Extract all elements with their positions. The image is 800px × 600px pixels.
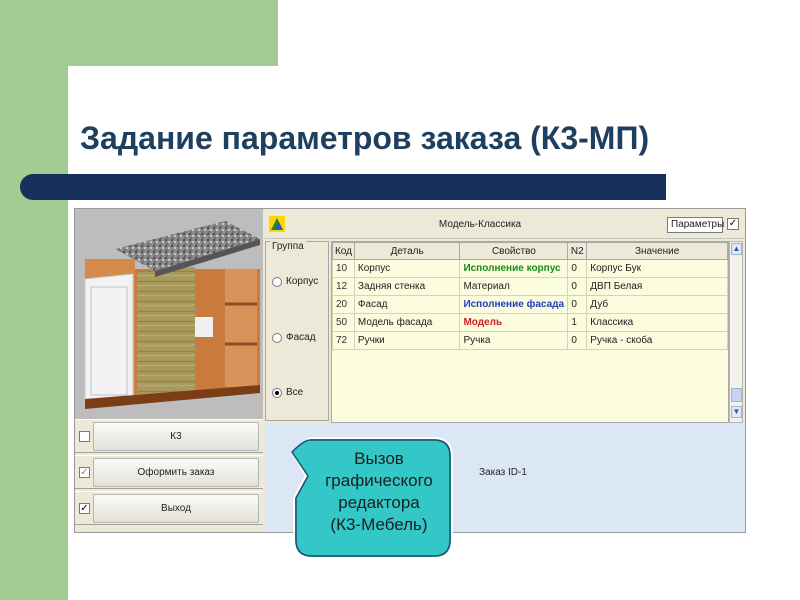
radio-fasad-label: Фасад <box>286 332 316 343</box>
table-row[interactable]: 10 Корпус Исполнение корпус 0 Корпус Бук <box>332 259 728 278</box>
order-id-label: Заказ ID-1 <box>479 467 527 478</box>
callout-line-1: Вызов <box>354 449 404 468</box>
cell-n2: 0 <box>567 277 588 296</box>
radio-all-control[interactable] <box>272 387 282 398</box>
radio-korpus-control[interactable] <box>272 276 282 287</box>
exit-button-row: ✓ Выход <box>75 491 263 525</box>
exit-checkbox[interactable]: ✓ <box>79 503 90 514</box>
col-header-part[interactable]: Деталь <box>353 242 461 260</box>
toolbar: Модель-Классика Параметры ✓ <box>265 211 745 239</box>
cell-n2: 0 <box>567 259 588 278</box>
callout-line-2: графического <box>325 471 433 490</box>
cell-value: Ручка - скоба <box>586 331 728 350</box>
cell-value: Дуб <box>586 295 728 314</box>
cell-part: Задняя стенка <box>353 277 461 296</box>
callout-line-4: (К3-Мебель) <box>330 515 428 534</box>
k3-checkbox[interactable] <box>79 431 90 442</box>
exit-button[interactable]: Выход <box>93 494 259 523</box>
col-header-n2[interactable]: N2 <box>567 242 588 260</box>
cell-code: 20 <box>332 295 355 314</box>
slide-title: Задание параметров заказа (К3-МП) <box>80 120 650 156</box>
group-panel: Группа Корпус Фасад Все <box>265 241 329 421</box>
callout-line-3: редактора <box>338 493 420 512</box>
params-checkbox[interactable]: ✓ <box>727 218 739 230</box>
cell-code: 72 <box>332 331 355 350</box>
cell-n2: 1 <box>567 313 588 332</box>
cell-value: Корпус Бук <box>586 259 728 278</box>
cell-code: 12 <box>332 277 355 296</box>
cell-property: Модель <box>459 313 569 332</box>
cell-part: Корпус <box>353 259 461 278</box>
params-button[interactable]: Параметры <box>667 217 724 233</box>
parameters-table: Код Деталь Свойство N2 Значение 10 Корпу… <box>331 241 729 423</box>
green-top-band <box>0 0 278 66</box>
checkout-checkbox[interactable]: ✓ <box>79 467 90 478</box>
callout-text: Вызов графического редактора (К3-Мебель) <box>308 448 450 536</box>
table-scrollbar[interactable]: ▲ ▼ <box>729 241 743 423</box>
radio-all-label: Все <box>286 387 304 398</box>
table-row[interactable]: 50 Модель фасада Модель 1 Классика <box>332 313 728 332</box>
k3-button-row: К3 <box>75 419 263 453</box>
col-header-code[interactable]: Код <box>332 242 355 260</box>
table-row[interactable]: 72 Ручки Ручка 0 Ручка - скоба <box>332 331 728 350</box>
col-header-property[interactable]: Свойство <box>459 242 569 260</box>
app-logo-icon[interactable] <box>269 216 285 232</box>
cell-n2: 0 <box>567 331 588 350</box>
table-header-row: Код Деталь Свойство N2 Значение <box>332 242 728 260</box>
radio-all[interactable]: Все <box>272 387 303 398</box>
checkout-button-row: ✓ Оформить заказ <box>75 455 263 489</box>
k3-button[interactable]: К3 <box>93 422 259 451</box>
title-underline-bar <box>20 174 666 200</box>
cell-code: 50 <box>332 313 355 332</box>
green-sidebar <box>0 0 68 600</box>
scroll-thumb[interactable] <box>731 388 742 402</box>
table-row[interactable]: 12 Задняя стенка Материал 0 ДВП Белая <box>332 277 728 296</box>
cell-property: Исполнение фасада <box>459 295 569 314</box>
checkout-button[interactable]: Оформить заказ <box>93 458 259 487</box>
cell-code: 10 <box>332 259 355 278</box>
scroll-down-icon[interactable]: ▼ <box>731 406 742 418</box>
cell-part: Ручки <box>353 331 461 350</box>
radio-fasad-control[interactable] <box>272 332 282 343</box>
scroll-up-icon[interactable]: ▲ <box>731 243 742 255</box>
cell-part: Модель фасада <box>353 313 461 332</box>
cabinet-preview-image <box>75 209 263 419</box>
cell-property: Ручка <box>459 331 569 350</box>
cell-part: Фасад <box>353 295 461 314</box>
cell-value: ДВП Белая <box>586 277 728 296</box>
cell-value: Классика <box>586 313 728 332</box>
cell-n2: 0 <box>567 295 588 314</box>
radio-korpus-label: Корпус <box>286 276 319 287</box>
radio-fasad[interactable]: Фасад <box>272 332 316 343</box>
radio-korpus[interactable]: Корпус <box>272 276 318 287</box>
table-row[interactable]: 20 Фасад Исполнение фасада 0 Дуб <box>332 295 728 314</box>
model-title: Модель-Классика <box>438 219 522 230</box>
cell-property: Материал <box>459 277 569 296</box>
cell-property: Исполнение корпус <box>459 259 569 278</box>
col-header-value[interactable]: Значение <box>586 242 728 260</box>
group-title: Группа <box>270 241 306 252</box>
